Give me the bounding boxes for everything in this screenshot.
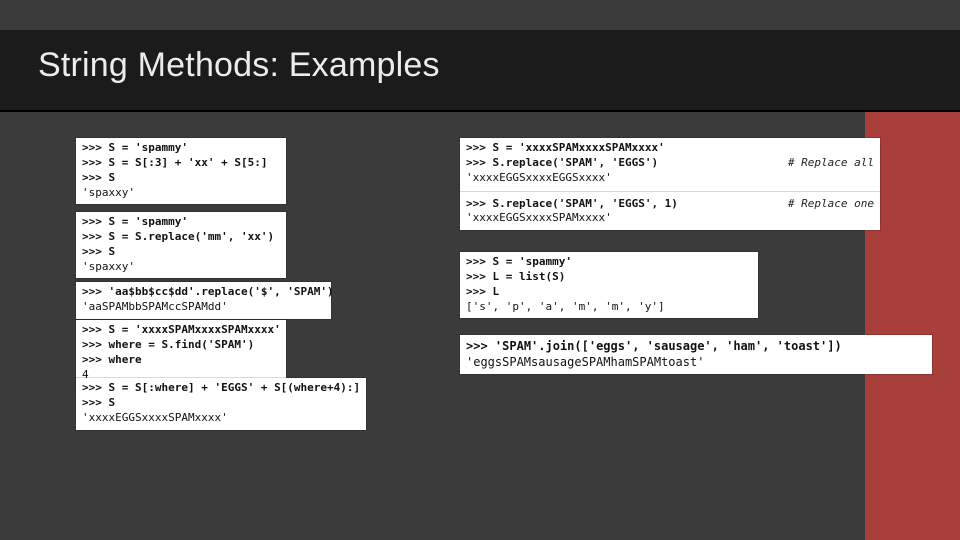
repl-prompt: >>> <box>466 197 486 210</box>
output-line: 'eggsSPAMsausageSPAMhamSPAMtoast' <box>466 354 926 370</box>
code-card-slice-concat: >>> S = 'spammy' >>> S = S[:3] + 'xx' + … <box>76 138 286 204</box>
repl-prompt: >>> <box>82 156 102 169</box>
code-comment: # Replace all <box>758 141 874 186</box>
repl-prompt: >>> <box>466 141 486 154</box>
code-card-join: >>> 'SPAM'.join(['eggs', 'sausage', 'ham… <box>460 335 932 374</box>
code-line: S = S.replace('mm', 'xx') <box>109 230 275 243</box>
code-line: S = 'xxxxSPAMxxxxSPAMxxxx' <box>109 323 281 336</box>
code-comment: # Replace one <box>758 197 874 227</box>
code-line: S = 'spammy' <box>109 141 188 154</box>
code-line: S <box>109 396 116 409</box>
code-line: 'aa$bb$cc$dd'.replace('$', 'SPAM') <box>109 285 334 298</box>
code-line: S <box>109 171 116 184</box>
repl-prompt: >>> <box>82 381 102 394</box>
code-card-replace-dollar: >>> 'aa$bb$cc$dd'.replace('$', 'SPAM') '… <box>76 282 331 319</box>
output-line: 'xxxxEGGSxxxxSPAMxxxx' <box>466 211 758 226</box>
repl-prompt: >>> <box>82 323 102 336</box>
repl-prompt: >>> <box>466 339 488 353</box>
code-line: L <box>493 285 500 298</box>
repl-prompt: >>> <box>82 230 102 243</box>
code-line: where = S.find('SPAM') <box>109 338 255 351</box>
code-line: S = S[:3] + 'xx' + S[5:] <box>109 156 268 169</box>
output-line: 'xxxxEGGSxxxxEGGSxxxx' <box>466 171 758 186</box>
repl-prompt: >>> <box>82 338 102 351</box>
output-line: ['s', 'p', 'a', 'm', 'm', 'y'] <box>466 300 752 315</box>
code-card-list: >>> S = 'spammy' >>> L = list(S) >>> L [… <box>460 252 758 318</box>
code-line: S = 'spammy' <box>493 255 572 268</box>
code-card-replace-all-one: >>> S = 'xxxxSPAMxxxxSPAMxxxx' >>> S.rep… <box>460 138 880 230</box>
repl-prompt: >>> <box>466 156 486 169</box>
repl-prompt: >>> <box>82 141 102 154</box>
code-line: S <box>109 245 116 258</box>
output-line: 'aaSPAMbbSPAMccSPAMdd' <box>82 300 325 315</box>
repl-prompt: >>> <box>82 245 102 258</box>
code-line: 'SPAM'.join(['eggs', 'sausage', 'ham', '… <box>495 339 842 353</box>
repl-prompt: >>> <box>466 285 486 298</box>
code-line: S = 'spammy' <box>109 215 188 228</box>
title-bar: String Methods: Examples <box>0 30 960 112</box>
code-line: S.replace('SPAM', 'EGGS') <box>493 156 659 169</box>
code-line: L = list(S) <box>493 270 566 283</box>
code-line: S = 'xxxxSPAMxxxxSPAMxxxx' <box>493 141 665 154</box>
divider <box>460 191 880 192</box>
code-card-find: >>> S = 'xxxxSPAMxxxxSPAMxxxx' >>> where… <box>76 320 286 386</box>
repl-prompt: >>> <box>82 285 102 298</box>
output-line: 'xxxxEGGSxxxxSPAMxxxx' <box>82 411 360 426</box>
code-card-slice-where: >>> S = S[:where] + 'EGGS' + S[(where+4)… <box>76 378 366 430</box>
page-title: String Methods: Examples <box>38 46 440 85</box>
repl-prompt: >>> <box>82 215 102 228</box>
code-line: where <box>109 353 142 366</box>
repl-prompt: >>> <box>466 255 486 268</box>
output-line: 'spaxxy' <box>82 186 280 201</box>
repl-prompt: >>> <box>82 353 102 366</box>
code-card-replace-basic: >>> S = 'spammy' >>> S = S.replace('mm',… <box>76 212 286 278</box>
repl-prompt: >>> <box>82 171 102 184</box>
code-line: S.replace('SPAM', 'EGGS', 1) <box>493 197 678 210</box>
output-line: 'spaxxy' <box>82 260 280 275</box>
code-line: S = S[:where] + 'EGGS' + S[(where+4):] <box>109 381 361 394</box>
repl-prompt: >>> <box>82 396 102 409</box>
repl-prompt: >>> <box>466 270 486 283</box>
